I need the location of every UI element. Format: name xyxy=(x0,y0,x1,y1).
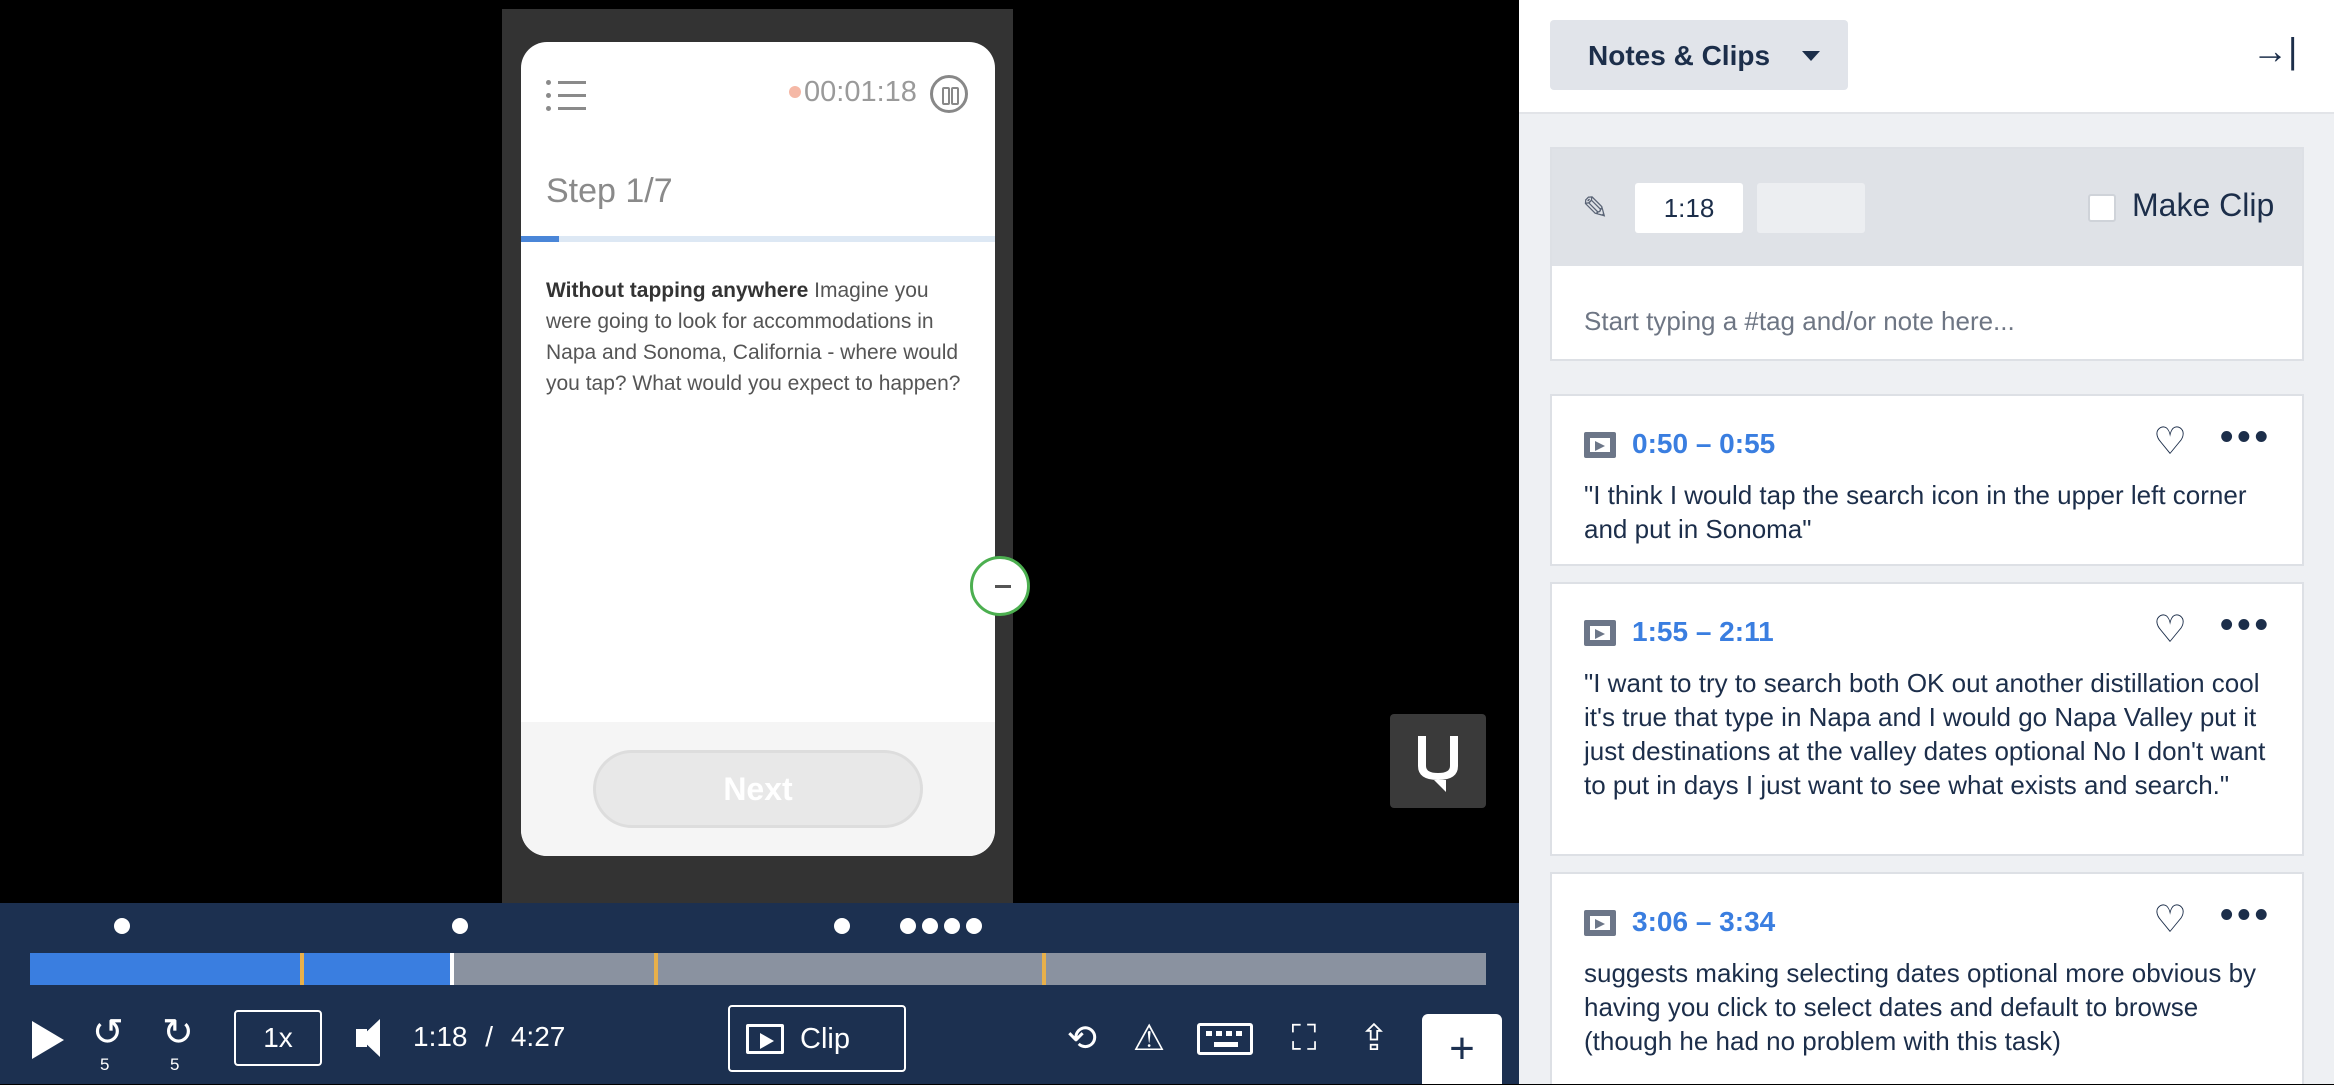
clip-card[interactable]: 1:55 – 2:11 ♡ ••• "I want to try to sear… xyxy=(1550,582,2304,856)
next-button: Next xyxy=(593,750,923,828)
seek-bar-played xyxy=(30,953,452,985)
notes-header: Notes & Clips →| xyxy=(1519,0,2334,114)
collapse-panel-button[interactable]: →| xyxy=(2252,30,2312,74)
note-composer-toolbar: ✎ Make Clip xyxy=(1552,149,2302,266)
heart-icon[interactable]: ♡ xyxy=(2153,900,2187,940)
video-viewport[interactable]: 00:01:18 Step 1/7 Without tapping anywhe… xyxy=(0,0,1519,903)
notes-panel: Notes & Clips →| ✎ Make Clip 0:50 – 0:55… xyxy=(1519,0,2334,1084)
clip-button-label: Clip xyxy=(800,1023,850,1055)
add-note-button[interactable]: + xyxy=(1422,1014,1502,1084)
start-time-input[interactable] xyxy=(1635,183,1743,233)
clip-range[interactable]: 1:55 – 2:11 xyxy=(1632,616,1774,648)
note-marker[interactable] xyxy=(944,918,960,934)
pause-icon xyxy=(930,75,968,113)
pen-icon: ✎ xyxy=(1582,190,1609,226)
make-clip-label: Make Clip xyxy=(2132,187,2275,223)
keyboard-icon[interactable] xyxy=(1197,1023,1253,1055)
clip-note-text: "I think I would tap the search icon in … xyxy=(1584,480,2247,544)
more-options-icon[interactable]: ••• xyxy=(2220,894,2272,937)
seek-playhead[interactable] xyxy=(450,953,454,985)
volume-icon[interactable] xyxy=(352,1015,394,1061)
clip-note-text: suggests making selecting dates optional… xyxy=(1584,958,2257,1056)
control-row: ↺ 5 ↻ 5 1x 1:18 / 4:27 Clip ⟲ ⚠ ⛶ ⇪ xyxy=(0,1005,1519,1075)
more-options-icon[interactable]: ••• xyxy=(2220,604,2272,647)
usertesting-logo-icon xyxy=(1390,714,1486,808)
warning-icon[interactable]: ⚠ xyxy=(1127,1017,1171,1059)
note-marker[interactable] xyxy=(834,918,850,934)
task-instructions: Without tapping anywhere Imagine you wer… xyxy=(546,275,966,399)
skip-forward-button[interactable]: ↻ 5 xyxy=(162,1013,208,1074)
recording-dot-icon xyxy=(789,86,801,98)
skip-back-button[interactable]: ↺ 5 xyxy=(92,1013,138,1074)
clip-button[interactable]: Clip xyxy=(728,1005,906,1072)
note-marker[interactable] xyxy=(922,918,938,934)
current-time: 1:18 xyxy=(413,1021,468,1052)
note-composer: ✎ Make Clip xyxy=(1550,147,2304,361)
time-separator: / xyxy=(485,1021,494,1052)
clip-tick xyxy=(300,953,304,985)
seek-bar[interactable] xyxy=(30,953,1486,985)
film-icon xyxy=(1584,910,1616,936)
task-instructions-bold: Without tapping anywhere xyxy=(546,279,809,302)
notes-clips-dropdown[interactable]: Notes & Clips xyxy=(1550,20,1848,90)
side-handle xyxy=(970,556,1030,616)
notes-clips-dropdown-label: Notes & Clips xyxy=(1588,40,1771,71)
step-progress-bar xyxy=(521,236,995,242)
time-readout: 1:18 / 4:27 xyxy=(413,1021,565,1053)
heart-icon[interactable]: ♡ xyxy=(2153,422,2187,462)
film-icon xyxy=(1584,620,1616,646)
share-icon[interactable]: ⇪ xyxy=(1352,1017,1396,1059)
clip-tick xyxy=(1042,953,1046,985)
step-label: Step 1/7 xyxy=(546,172,673,210)
phone-screen: 00:01:18 Step 1/7 Without tapping anywhe… xyxy=(521,42,995,856)
fullscreen-icon[interactable]: ⛶ xyxy=(1282,1017,1326,1060)
note-marker[interactable] xyxy=(452,918,468,934)
clip-card[interactable]: 3:06 – 3:34 ♡ ••• suggests making select… xyxy=(1550,872,2304,1084)
rotate-icon[interactable]: ⟲ xyxy=(1060,1017,1104,1059)
chevron-down-icon xyxy=(1802,51,1820,61)
step-progress-fill xyxy=(521,236,559,242)
clip-tick xyxy=(654,953,658,985)
note-marker[interactable] xyxy=(900,918,916,934)
heart-icon[interactable]: ♡ xyxy=(2153,610,2187,650)
skip-back-amount: 5 xyxy=(100,1055,110,1074)
clip-note-text: "I want to try to search both OK out ano… xyxy=(1584,668,2266,800)
note-marker[interactable] xyxy=(114,918,130,934)
film-icon xyxy=(1584,432,1616,458)
end-time-input[interactable] xyxy=(1757,183,1865,233)
menu-list-icon xyxy=(546,78,586,114)
note-input[interactable] xyxy=(1582,301,2262,341)
clip-card[interactable]: 0:50 – 0:55 ♡ ••• "I think I would tap t… xyxy=(1550,394,2304,566)
duration: 4:27 xyxy=(510,1021,566,1052)
skip-forward-amount: 5 xyxy=(170,1055,180,1074)
playback-speed-button[interactable]: 1x xyxy=(234,1010,322,1066)
more-options-icon[interactable]: ••• xyxy=(2220,416,2272,459)
clip-range[interactable]: 3:06 – 3:34 xyxy=(1632,906,1775,938)
play-button[interactable] xyxy=(28,1015,68,1065)
make-clip-checkbox[interactable] xyxy=(2088,194,2116,222)
film-icon xyxy=(746,1024,784,1054)
phone-footer: Next xyxy=(521,722,995,856)
clip-range[interactable]: 0:50 – 0:55 xyxy=(1632,428,1775,460)
recording-timer: 00:01:18 xyxy=(804,76,917,108)
note-marker[interactable] xyxy=(966,918,982,934)
